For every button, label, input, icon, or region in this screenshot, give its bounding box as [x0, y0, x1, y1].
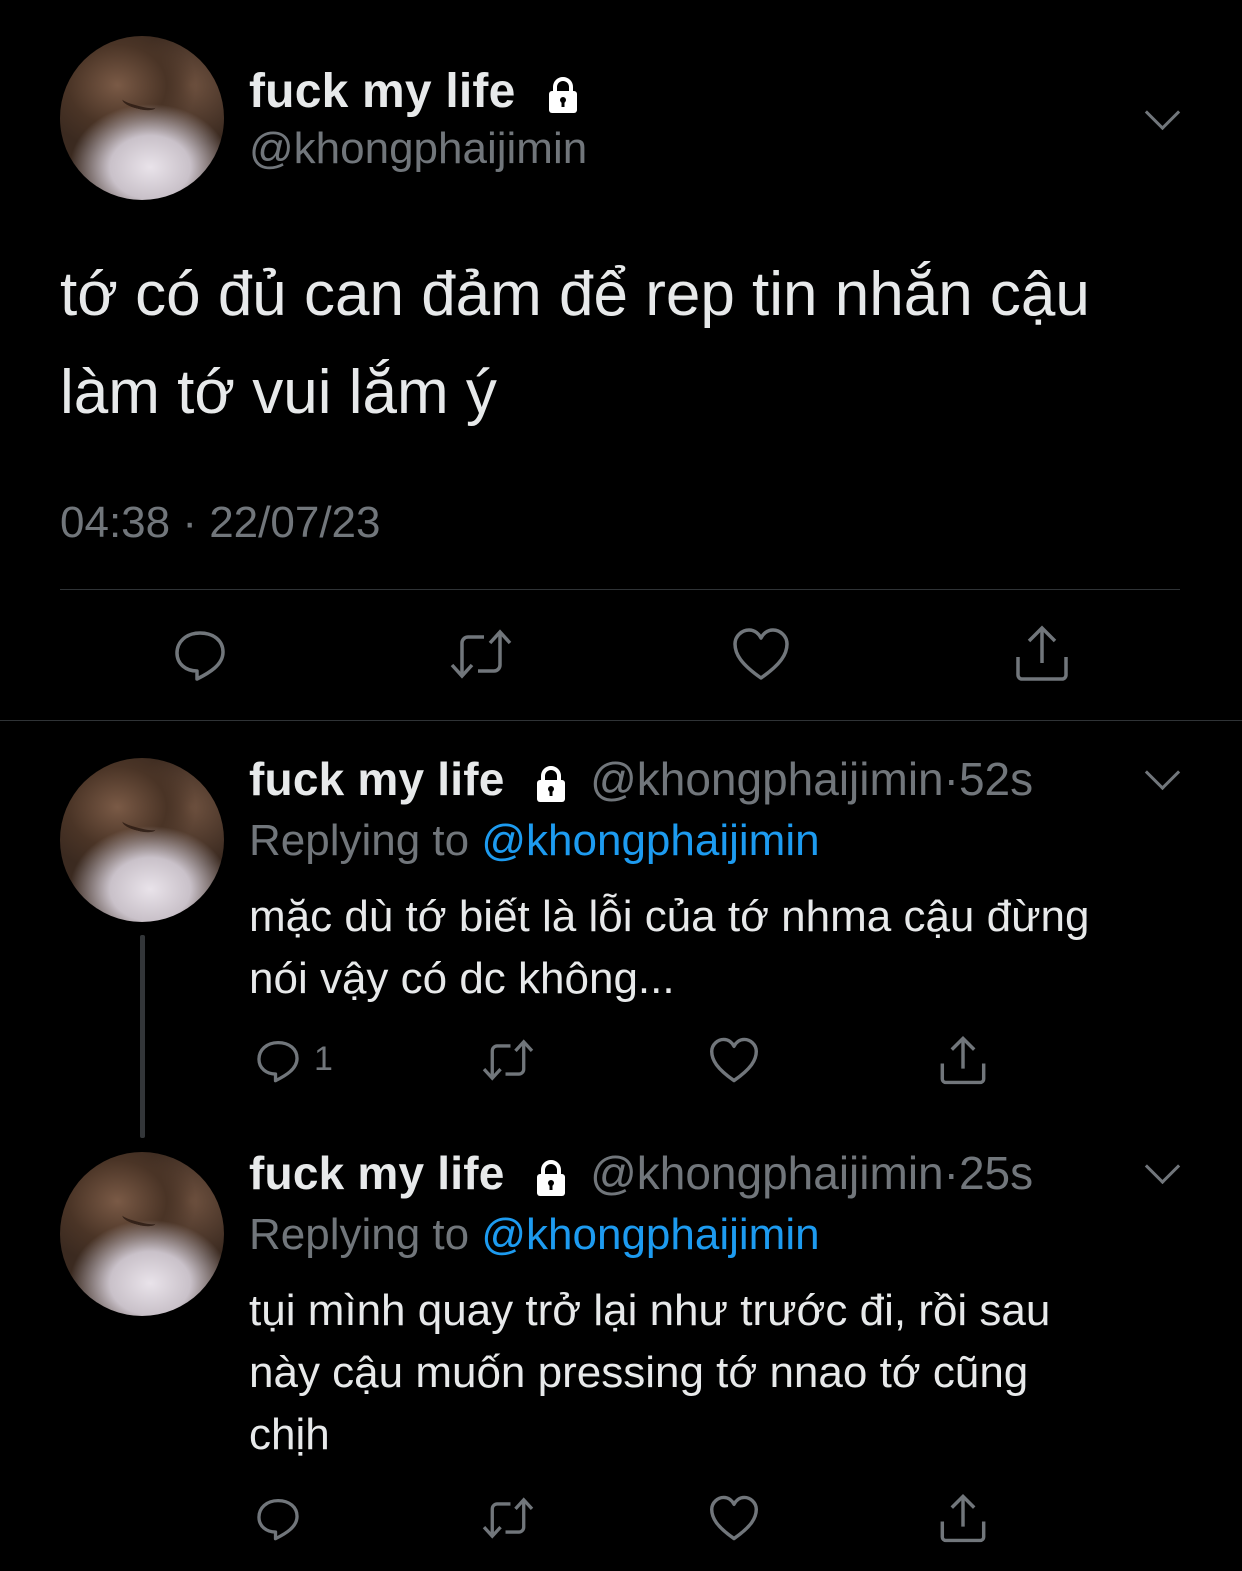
chevron-down-icon[interactable] [1144, 94, 1181, 131]
avatar-face [121, 816, 157, 835]
lock-icon [529, 1157, 569, 1197]
thread-line [140, 935, 145, 1138]
lock-icon [529, 763, 569, 803]
avatar[interactable] [60, 758, 224, 922]
reply-text-line: này cậu muốn pressing tớ nnao tớ cũng [249, 1348, 1029, 1397]
mention-link[interactable]: @khongphaijimin [481, 816, 819, 865]
chevron-down-icon[interactable] [1144, 1148, 1181, 1185]
reply-text: mặc dù tớ biết là lỗi của tớ nhma cậu đừ… [249, 886, 1189, 1010]
retweet-icon[interactable] [480, 1036, 536, 1084]
reply-author-row: fuck my life @khongphaijimin·25s [249, 1146, 1033, 1200]
heart-icon[interactable] [708, 1036, 760, 1084]
timestamp[interactable]: 04:38 · 22/07/23 [60, 498, 380, 548]
share-icon[interactable] [938, 1492, 988, 1544]
lock-icon [541, 74, 581, 114]
share-icon[interactable] [938, 1034, 988, 1086]
retweet-icon[interactable] [480, 1494, 536, 1542]
avatar[interactable] [60, 36, 224, 200]
reply-icon[interactable] [254, 1036, 302, 1084]
main-tweet-author-row: fuck my life [249, 64, 581, 119]
display-name[interactable]: fuck my life [249, 753, 505, 805]
retweet-icon[interactable] [448, 624, 514, 684]
chevron-down-icon[interactable] [1144, 754, 1181, 791]
reply-author-row: fuck my life @khongphaijimin·52s [249, 752, 1033, 806]
reply-text-line: tụi mình quay trở lại như trước đi, rồi … [249, 1286, 1051, 1335]
handle[interactable]: @khongphaijimin [590, 753, 944, 805]
separator: · [943, 1147, 959, 1199]
avatar-face [121, 94, 157, 113]
tweet-text-line-2: làm tớ vui lắm ý [60, 358, 497, 427]
separator: · [943, 753, 959, 805]
reply-count: 1 [314, 1040, 333, 1078]
reply-text-line: nói vậy có dc không... [249, 954, 675, 1003]
reply-icon[interactable] [170, 624, 230, 684]
replying-label: Replying to [249, 1210, 470, 1259]
relative-time[interactable]: 25s [959, 1147, 1033, 1199]
share-icon[interactable] [1012, 622, 1072, 684]
section-divider [0, 720, 1242, 721]
handle[interactable]: @khongphaijimin [590, 1147, 944, 1199]
handle[interactable]: @khongphaijimin [249, 124, 587, 174]
avatar[interactable] [60, 1152, 224, 1316]
heart-icon[interactable] [708, 1494, 760, 1542]
heart-icon[interactable] [730, 624, 792, 684]
relative-time[interactable]: 52s [959, 753, 1033, 805]
replying-to: Replying to @khongphaijimin [249, 1210, 820, 1260]
divider [60, 589, 1180, 590]
mention-link[interactable]: @khongphaijimin [481, 1210, 819, 1259]
replying-label: Replying to [249, 816, 470, 865]
reply-text-line: mặc dù tớ biết là lỗi của tớ nhma cậu đừ… [249, 892, 1090, 941]
avatar-face [121, 1210, 157, 1229]
tweet-text-line-1: tớ có đủ can đảm để rep tin nhắn cậu [60, 260, 1090, 329]
replying-to: Replying to @khongphaijimin [249, 816, 820, 866]
display-name[interactable]: fuck my life [249, 1147, 505, 1199]
display-name[interactable]: fuck my life [249, 65, 516, 118]
reply-icon[interactable] [254, 1494, 302, 1542]
reply-text-line: chịh [249, 1410, 330, 1459]
reply-text: tụi mình quay trở lại như trước đi, rồi … [249, 1280, 1189, 1466]
